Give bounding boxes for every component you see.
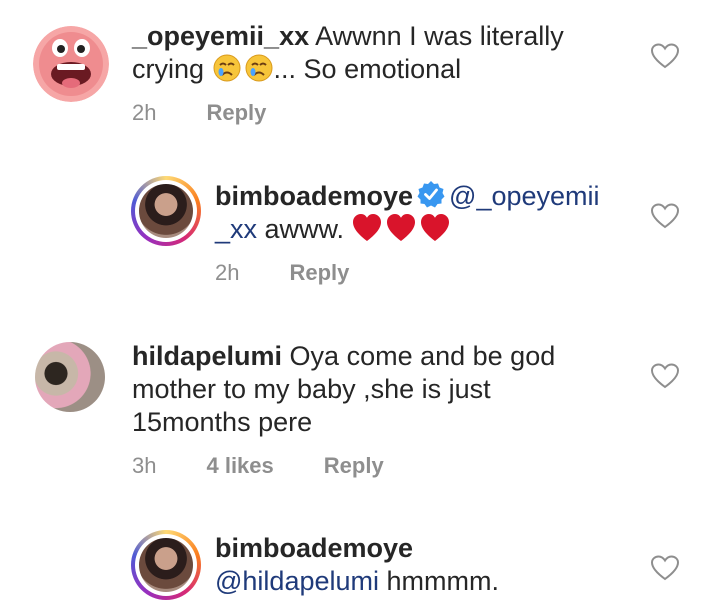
profile-photo-icon bbox=[139, 184, 193, 238]
comment-body: bimboademoye @hildapelumi hmmmm. bbox=[215, 532, 625, 598]
like-heart-icon[interactable] bbox=[650, 362, 680, 390]
like-heart-icon[interactable] bbox=[650, 42, 680, 70]
comment-item: _opeyemii_xx Awwnn I was literally cryin… bbox=[0, 0, 720, 150]
comment-text: awww. bbox=[257, 214, 345, 244]
reply-button[interactable]: Reply bbox=[206, 100, 266, 126]
comment-body: hildapelumi Oya come and be god mother t… bbox=[132, 340, 602, 439]
comment-item: hildapelumi Oya come and be god mother t… bbox=[0, 320, 720, 500]
avatar[interactable] bbox=[131, 530, 201, 600]
avatar[interactable] bbox=[131, 176, 201, 246]
reply-item: bimboademoye @_opeyemii _xx awww. 2h Rep… bbox=[0, 150, 720, 310]
avatar[interactable] bbox=[35, 342, 105, 412]
comment-meta: 2h Reply bbox=[132, 100, 266, 126]
comment-body: bimboademoye @_opeyemii _xx awww. bbox=[215, 180, 625, 251]
verified-badge-icon bbox=[417, 181, 445, 208]
comment-text: ... So emotional bbox=[273, 54, 462, 84]
comment-username[interactable]: _opeyemii_xx bbox=[132, 21, 309, 51]
comment-timestamp: 2h bbox=[215, 260, 240, 285]
comment-username[interactable]: hildapelumi bbox=[132, 341, 282, 371]
like-heart-icon[interactable] bbox=[650, 554, 680, 582]
reply-button[interactable]: Reply bbox=[324, 453, 384, 479]
avatar[interactable] bbox=[33, 26, 109, 102]
mention-link[interactable]: @hildapelumi bbox=[215, 566, 379, 596]
comment-body: _opeyemii_xx Awwnn I was literally cryin… bbox=[132, 20, 602, 91]
face-avatar-icon bbox=[33, 26, 109, 102]
comment-timestamp: 3h bbox=[132, 453, 157, 478]
comment-meta: 3h 4 likes Reply bbox=[132, 453, 384, 479]
comment-username[interactable]: bimboademoye bbox=[215, 533, 413, 563]
like-heart-icon[interactable] bbox=[650, 202, 680, 230]
comment-text: hmmmm. bbox=[379, 566, 499, 596]
reply-item: bimboademoye @hildapelumi hmmmm. bbox=[0, 510, 720, 606]
likes-count[interactable]: 4 likes bbox=[206, 453, 273, 479]
crying-face-emoji bbox=[212, 53, 274, 91]
profile-photo-icon bbox=[139, 538, 193, 592]
comment-timestamp: 2h bbox=[132, 100, 157, 125]
comment-username[interactable]: bimboademoye bbox=[215, 181, 413, 211]
profile-photo-icon bbox=[35, 342, 105, 412]
red-heart-emoji bbox=[352, 213, 452, 251]
comment-meta: 2h Reply bbox=[215, 260, 349, 286]
reply-button[interactable]: Reply bbox=[289, 260, 349, 286]
